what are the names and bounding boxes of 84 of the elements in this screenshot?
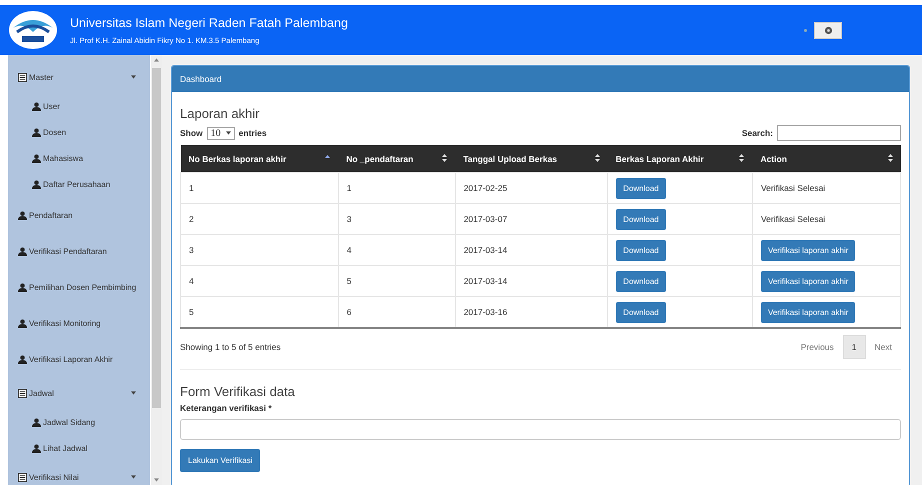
- scrollbar-thumb[interactable]: [152, 68, 161, 408]
- table-cell: 5: [180, 296, 338, 328]
- user-icon: [18, 282, 27, 292]
- settings-button[interactable]: [814, 22, 842, 38]
- sidebar-item[interactable]: Master: [8, 61, 150, 93]
- input-field[interactable]: [180, 419, 901, 440]
- table-cell: 2: [180, 204, 338, 234]
- caret-icon: [131, 391, 136, 395]
- table-cell: 2017-03-07: [455, 204, 608, 234]
- verify-button[interactable]: Verifikasi laporan akhir: [760, 302, 856, 322]
- table-cell: 3: [338, 204, 456, 234]
- user-icon: [18, 318, 27, 328]
- settings-icon: [824, 26, 832, 34]
- entries-select[interactable]: 10: [206, 126, 235, 140]
- panel-heading: Dashboard: [172, 66, 909, 92]
- sidebar-item[interactable]: User: [8, 93, 150, 119]
- scrollbar[interactable]: [151, 55, 162, 485]
- sidebar-item[interactable]: Verifikasi Nilai: [8, 461, 150, 485]
- download-button[interactable]: Download: [616, 270, 666, 292]
- caret-icon: [226, 131, 231, 135]
- user-icon: [32, 102, 41, 110]
- sidebar-item[interactable]: Daftar Perusahaan: [8, 171, 150, 197]
- column-header[interactable]: Tanggal Upload Berkas: [455, 145, 608, 172]
- status-text: Verifikasi Selesai: [760, 183, 826, 193]
- status-text: Verifikasi Selesai: [760, 214, 826, 224]
- sidebar-item[interactable]: Pemilihan Dosen Pembimbing: [8, 269, 150, 305]
- page-link[interactable]: Previous: [792, 335, 843, 359]
- sidebar-item[interactable]: Lihat Jadwal: [8, 435, 150, 461]
- download-button[interactable]: Download: [616, 302, 666, 322]
- sidebar-item[interactable]: Pendaftaran: [8, 197, 150, 233]
- column-header[interactable]: Berkas Laporan Akhir: [608, 145, 752, 172]
- submit-button[interactable]: Lakukan Verifikasi: [180, 449, 260, 472]
- table-cell: 1: [338, 172, 456, 204]
- table-cell: 2017-03-14: [455, 266, 608, 296]
- form-title: Form Verifikasi data: [180, 384, 296, 399]
- entries-label: entries: [238, 128, 267, 138]
- page-link[interactable]: 1: [842, 335, 866, 359]
- download-button[interactable]: Download: [616, 208, 666, 230]
- table-cell: 1: [180, 172, 338, 204]
- column-header[interactable]: No _pendaftaran: [338, 145, 456, 172]
- user-icon: [32, 128, 41, 136]
- download-button[interactable]: Download: [616, 240, 666, 260]
- table-cell: 2017-03-14: [455, 234, 608, 266]
- sidebar-item[interactable]: Verifikasi Laporan Akhir: [8, 341, 150, 377]
- caret-icon: [131, 75, 136, 79]
- dot-icon: [804, 28, 807, 32]
- caret-icon: [131, 475, 136, 479]
- table-cell: 3: [180, 234, 338, 266]
- sidebar-item[interactable]: Verifikasi Pendaftaran: [8, 233, 150, 269]
- sidebar-item[interactable]: Mahasiswa: [8, 145, 150, 171]
- section-title: Laporan akhir: [180, 106, 260, 121]
- field-label: Keterangan verifikasi *: [180, 403, 273, 413]
- list-icon: [18, 72, 27, 82]
- table-cell: 5: [338, 266, 456, 296]
- user-icon: [18, 246, 27, 256]
- user-icon: [18, 354, 27, 364]
- sidebar-item[interactable]: Verifikasi Monitoring: [8, 305, 150, 341]
- sidebar-item[interactable]: Jadwal Sidang: [8, 409, 150, 435]
- column-header[interactable]: No Berkas laporan akhir: [180, 145, 338, 172]
- table-cell: 4: [338, 234, 456, 266]
- user-icon: [32, 418, 41, 426]
- user-icon: [18, 210, 27, 220]
- verify-button[interactable]: Verifikasi laporan akhir: [760, 240, 856, 260]
- scroll-down-icon: [154, 478, 159, 482]
- page-link[interactable]: Next: [866, 335, 901, 359]
- column-header[interactable]: Action: [752, 145, 900, 172]
- user-icon: [32, 444, 41, 452]
- table-info: Showing 1 to 5 of 5 entries: [180, 342, 281, 352]
- table-cell: 2017-02-25: [455, 172, 608, 204]
- site-title: Universitas Islam Negeri Raden Fatah Palembang: [70, 16, 349, 30]
- scroll-up-icon: [154, 58, 159, 62]
- search-label: Search:: [742, 128, 773, 138]
- sidebar-item[interactable]: Dosen: [8, 119, 150, 145]
- university-logo: [8, 10, 58, 50]
- user-icon: [32, 180, 41, 188]
- verify-button[interactable]: Verifikasi laporan akhir: [760, 270, 856, 292]
- list-icon: [18, 472, 27, 482]
- table-cell: 4: [180, 266, 338, 296]
- list-icon: [18, 388, 27, 398]
- search-field[interactable]: [777, 125, 901, 141]
- show-label: Show: [180, 128, 203, 138]
- sidebar-item[interactable]: Jadwal: [8, 377, 150, 409]
- download-button[interactable]: Download: [616, 178, 666, 198]
- user-icon: [32, 154, 41, 162]
